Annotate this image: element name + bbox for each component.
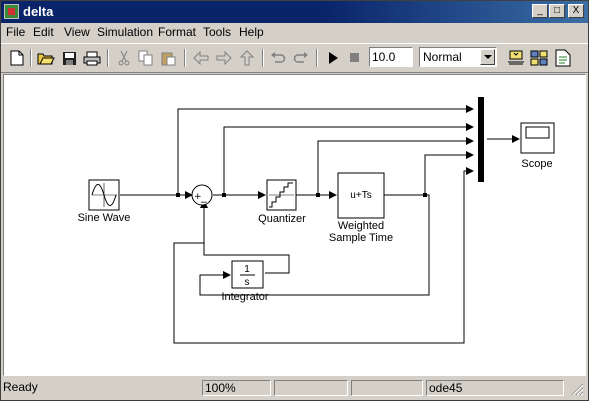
integrator-denominator: s — [245, 277, 250, 288]
scope-block — [520, 122, 555, 154]
branch-point — [423, 193, 427, 197]
weighted-label-line1: Weighted — [337, 220, 385, 232]
start-icon[interactable] — [323, 48, 343, 68]
sine-wave-block — [88, 179, 120, 211]
mux-block — [478, 97, 484, 182]
weighted-label-line2: Sample Time — [328, 232, 394, 244]
menu-view[interactable]: View — [64, 25, 90, 39]
back-icon[interactable] — [191, 48, 211, 68]
toolbar-separator — [316, 49, 318, 67]
simulation-mode-value: Normal — [423, 50, 462, 64]
weighted-sample-time-block: u+Ts — [337, 172, 385, 219]
signal-line — [177, 105, 474, 195]
debug-icon[interactable] — [553, 48, 573, 68]
menu-help[interactable]: Help — [239, 25, 264, 39]
maximize-button[interactable]: □ — [549, 4, 565, 18]
print-icon[interactable] — [82, 48, 102, 68]
integrator-block: 1 s — [231, 260, 264, 289]
integrator-label: Integrator — [221, 291, 269, 303]
dropdown-arrow-icon[interactable] — [480, 49, 495, 65]
status-bar: Ready 100% ode45 — [1, 378, 588, 400]
copy-icon[interactable] — [136, 48, 156, 68]
quantizer-label: Quantizer — [258, 213, 306, 225]
build-icon[interactable] — [506, 48, 526, 68]
window: delta _ □ X File Edit View Simulation Fo… — [0, 0, 589, 401]
sum-block: + − — [191, 184, 213, 208]
signal-line — [424, 151, 474, 195]
open-icon[interactable] — [36, 48, 56, 68]
simulink-model-icon — [4, 4, 19, 19]
library-icon[interactable] — [529, 48, 549, 68]
title-bar[interactable]: delta _ □ X — [1, 1, 588, 23]
redo-icon[interactable] — [291, 48, 311, 68]
toolbar-separator — [107, 49, 109, 67]
status-text: Ready — [3, 380, 38, 394]
branch-point — [176, 193, 180, 197]
status-pane-empty — [351, 380, 423, 396]
cut-icon[interactable] — [114, 48, 134, 68]
signal-line — [173, 167, 474, 344]
stop-time-input[interactable]: 10.0 — [369, 47, 413, 67]
minimize-button[interactable]: _ — [532, 4, 548, 18]
stop-icon[interactable] — [345, 48, 365, 68]
branch-point — [222, 193, 226, 197]
menu-file[interactable]: File — [6, 25, 25, 39]
block-diagram: + − u+Ts 1 s — [88, 97, 555, 344]
weighted-expression: u+Ts — [350, 190, 371, 201]
menu-simulation[interactable]: Simulation — [97, 25, 153, 39]
branch-point — [316, 193, 320, 197]
window-title: delta — [23, 4, 54, 19]
scope-label: Scope — [521, 158, 553, 170]
toolbar-separator — [262, 49, 264, 67]
integrator-numerator: 1 — [244, 264, 250, 275]
menu-edit[interactable]: Edit — [33, 25, 54, 39]
forward-icon[interactable] — [214, 48, 234, 68]
menu-format[interactable]: Format — [158, 25, 196, 39]
quantizer-block — [266, 179, 297, 211]
sum-minus-sign: − — [200, 198, 208, 208]
solver-name: ode45 — [426, 380, 564, 396]
paste-icon[interactable] — [159, 48, 179, 68]
model-canvas[interactable]: + − u+Ts 1 s Sine Wave Quantizer Weighte… — [3, 74, 586, 376]
close-button[interactable]: X — [568, 4, 584, 18]
save-icon[interactable] — [59, 48, 79, 68]
zoom-level: 100% — [202, 380, 271, 396]
toolbar-separator — [184, 49, 186, 67]
resize-grip-icon[interactable] — [570, 382, 584, 396]
simulation-mode-select[interactable]: Normal — [419, 47, 497, 67]
undo-icon[interactable] — [268, 48, 288, 68]
new-icon[interactable] — [7, 48, 27, 68]
toolbar — [1, 43, 588, 73]
up-icon[interactable] — [237, 48, 257, 68]
menu-tools[interactable]: Tools — [203, 25, 231, 39]
sine-wave-label: Sine Wave — [77, 212, 131, 224]
menu-bar: File Edit View Simulation Format Tools H… — [1, 23, 588, 42]
status-pane-empty — [274, 380, 348, 396]
toolbar-separator — [30, 49, 32, 67]
